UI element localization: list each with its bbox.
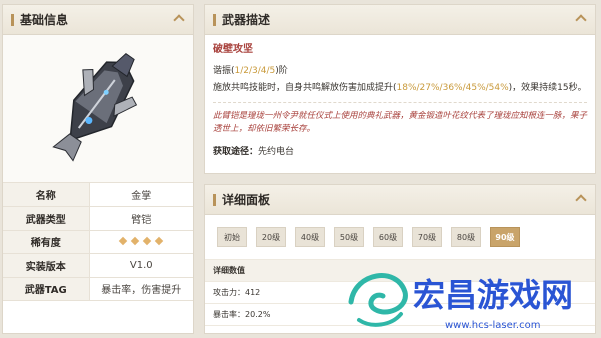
watermark-brand: 宏昌游戏网 [413, 276, 573, 314]
detail-header[interactable]: 详细面板 [205, 185, 595, 215]
row-key: 武器TAG [3, 277, 90, 301]
rarity-diamond-icon [155, 237, 164, 246]
basic-info-header[interactable]: 基础信息 [3, 5, 193, 35]
collapse-chevron-icon[interactable] [575, 194, 587, 206]
rarity-stars [89, 230, 193, 254]
detail-title: 详细面板 [222, 193, 271, 207]
tuning-values: 1/2/3/4/5 [234, 66, 276, 76]
table-row: 实装版本 V1.0 [3, 253, 193, 278]
collapse-chevron-icon[interactable] [173, 14, 185, 26]
table-row: 武器类型 臂铠 [3, 206, 193, 231]
header-accent [213, 193, 216, 206]
table-row: 名称 金掌 [3, 183, 193, 207]
stat-label: 暴击率： [213, 310, 245, 319]
tuning-suffix: )阶 [275, 66, 288, 76]
divider [213, 102, 587, 103]
watermark-url: www.hcs-laser.com [445, 320, 540, 331]
weapon-image [3, 35, 193, 183]
row-key: 实装版本 [3, 253, 90, 278]
lore-text: 此臂铠是瑝珑一州令尹就任仪式上使用的典礼武器，黄金锻造叶花纹代表了瑝珑应知根连一… [213, 111, 588, 134]
rarity-diamond-icon [119, 237, 128, 246]
effect-line: 施放共鸣技能时，自身共鸣解放伤害加成提升(18%/27%/36%/45%/54%… [213, 82, 587, 95]
level-tab[interactable]: 初始 [217, 227, 247, 247]
tuning-line: 谐振(1/2/3/4/5)阶 [213, 65, 587, 78]
description-title: 武器描述 [222, 13, 271, 27]
source-value: 先约电台 [258, 147, 295, 157]
site-watermark: 宏昌游戏网 www.hcs-laser.com [345, 262, 601, 334]
rarity-diamond-icon [131, 237, 140, 246]
table-row: 武器TAG 暴击率，伤害提升 [3, 277, 193, 301]
skill-name: 破壁攻坚 [213, 44, 253, 55]
header-accent [213, 13, 216, 26]
level-tab[interactable]: 80级 [451, 227, 481, 247]
row-value: 暴击率，伤害提升 [89, 277, 193, 301]
effect-prefix: 施放共鸣技能时，自身共鸣解放伤害加成提升( [213, 83, 397, 93]
stat-value: 20.2% [245, 310, 271, 319]
gauntlet-weapon-icon [52, 53, 138, 162]
row-value: 金掌 [89, 183, 193, 207]
level-tab[interactable]: 70级 [412, 227, 442, 247]
basic-info-title: 基础信息 [20, 13, 69, 27]
effect-suffix: )，效果持续15秒。 [508, 83, 587, 93]
collapse-chevron-icon[interactable] [575, 14, 587, 26]
row-value: V1.0 [89, 253, 193, 278]
level-tab[interactable]: 20级 [256, 227, 286, 247]
level-tab[interactable]: 40级 [295, 227, 325, 247]
stat-label: 攻击力： [213, 288, 245, 297]
level-tab-active[interactable]: 90级 [490, 227, 520, 247]
row-key: 名称 [3, 183, 90, 207]
header-accent [11, 13, 14, 26]
level-tabs: 初始 20级 40级 50级 60级 70级 80级 90级 [205, 215, 595, 260]
effect-values: 18%/27%/36%/45%/54% [396, 83, 509, 93]
row-key: 稀有度 [3, 230, 90, 254]
stat-value: 412 [245, 288, 261, 297]
source-label: 获取途径： [213, 147, 259, 157]
row-value: 臂铠 [89, 206, 193, 231]
basic-info-panel: 基础信息 名称 金掌 武器类型 臂铠 稀有度 实装版本 V1.0 武器TAG 暴… [2, 4, 194, 334]
description-body: 破壁攻坚 谐振(1/2/3/4/5)阶 施放共鸣技能时，自身共鸣解放伤害加成提升… [205, 35, 595, 167]
level-tab[interactable]: 60级 [373, 227, 403, 247]
row-key: 武器类型 [3, 206, 90, 231]
rarity-diamond-icon [143, 237, 152, 246]
tuning-prefix: 谐振( [213, 66, 235, 76]
basic-info-table: 名称 金掌 武器类型 臂铠 稀有度 实装版本 V1.0 武器TAG 暴击率，伤害… [3, 183, 193, 301]
description-header[interactable]: 武器描述 [205, 5, 595, 35]
level-tab[interactable]: 50级 [334, 227, 364, 247]
weapon-description-panel: 武器描述 破壁攻坚 谐振(1/2/3/4/5)阶 施放共鸣技能时，自身共鸣解放伤… [204, 4, 596, 174]
table-row: 稀有度 [3, 230, 193, 254]
dragon-logo-icon: 宏昌游戏网 www.hcs-laser.com [348, 273, 573, 331]
source-line: 获取途径：先约电台 [213, 146, 587, 159]
